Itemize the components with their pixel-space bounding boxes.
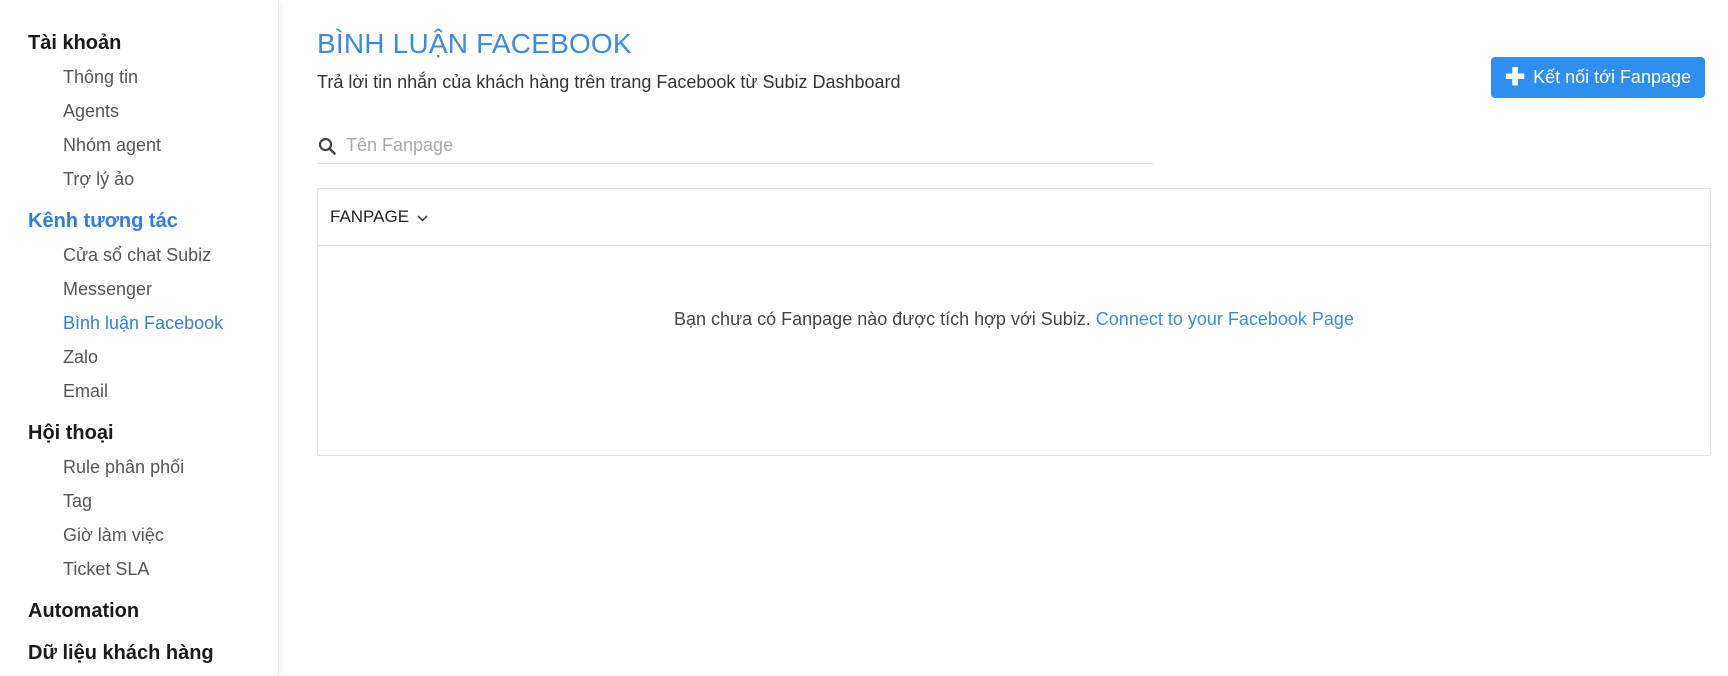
main-content: BÌNH LUẬN FACEBOOK Trả lời tin nhắn của …	[279, 0, 1728, 676]
app-root: Tài khoản Thông tin Agents Nhóm agent Tr…	[0, 0, 1728, 676]
sidebar-section-automation: Automation	[0, 594, 278, 628]
sidebar-item-ticket-sla[interactable]: Ticket SLA	[0, 552, 278, 586]
page-title: BÌNH LUẬN FACEBOOK	[317, 28, 632, 59]
connect-fanpage-button[interactable]: ✚ Kết nối tới Fanpage	[1491, 57, 1705, 98]
plus-icon: ✚	[1504, 63, 1526, 91]
sidebar-item-routing-rules[interactable]: Rule phân phối	[0, 450, 278, 484]
connect-fanpage-label: Kết nối tới Fanpage	[1533, 67, 1691, 87]
sidebar-item-tag[interactable]: Tag	[0, 484, 278, 518]
sidebar-item-working-hours[interactable]: Giờ làm việc	[0, 518, 278, 552]
empty-state-text: Bạn chưa có Fanpage nào được tích hợp vớ…	[674, 309, 1091, 329]
sidebar: Tài khoản Thông tin Agents Nhóm agent Tr…	[0, 0, 279, 676]
sidebar-item-messenger[interactable]: Messenger	[0, 272, 278, 306]
empty-state: Bạn chưa có Fanpage nào được tích hợp vớ…	[318, 309, 1710, 330]
sidebar-heading-customer-data[interactable]: Dữ liệu khách hàng	[0, 636, 278, 670]
sidebar-heading-conversations[interactable]: Hội thoại	[0, 416, 278, 450]
table-header: FANPAGE	[318, 189, 1710, 246]
sidebar-item-info[interactable]: Thông tin	[0, 60, 278, 94]
sidebar-heading-channels[interactable]: Kênh tương tác	[0, 204, 278, 238]
sidebar-section-customer-data: Dữ liệu khách hàng	[0, 636, 278, 670]
chevron-down-icon	[417, 207, 428, 227]
page-subtitle: Trả lời tin nhắn của khách hàng trên tra…	[317, 72, 901, 92]
sidebar-heading-automation[interactable]: Automation	[0, 594, 278, 628]
sidebar-item-agent-groups[interactable]: Nhóm agent	[0, 128, 278, 162]
connect-facebook-page-link[interactable]: Connect to your Facebook Page	[1096, 309, 1354, 329]
search-icon	[318, 136, 338, 156]
sidebar-heading-account[interactable]: Tài khoản	[0, 26, 278, 60]
sidebar-item-virtual-assistant[interactable]: Trợ lý ảo	[0, 162, 278, 196]
sidebar-item-facebook-comments[interactable]: Bình luận Facebook	[0, 306, 278, 340]
search-bar	[317, 128, 1153, 164]
sidebar-section-account: Tài khoản Thông tin Agents Nhóm agent Tr…	[0, 26, 278, 196]
fanpage-column-label: FANPAGE	[330, 207, 410, 226]
sidebar-item-email[interactable]: Email	[0, 374, 278, 408]
sidebar-item-agents[interactable]: Agents	[0, 94, 278, 128]
sidebar-section-channels: Kênh tương tác Cửa sổ chat Subiz Messeng…	[0, 204, 278, 408]
sidebar-section-conversations: Hội thoại Rule phân phối Tag Giờ làm việ…	[0, 416, 278, 586]
sidebar-item-chat-window[interactable]: Cửa sổ chat Subiz	[0, 238, 278, 272]
fanpage-table: FANPAGE Bạn chưa có Fanpage nào được tíc…	[317, 188, 1711, 456]
fanpage-column-toggle[interactable]: FANPAGE	[330, 207, 428, 227]
fanpage-search-input[interactable]	[344, 134, 1124, 157]
sidebar-item-zalo[interactable]: Zalo	[0, 340, 278, 374]
